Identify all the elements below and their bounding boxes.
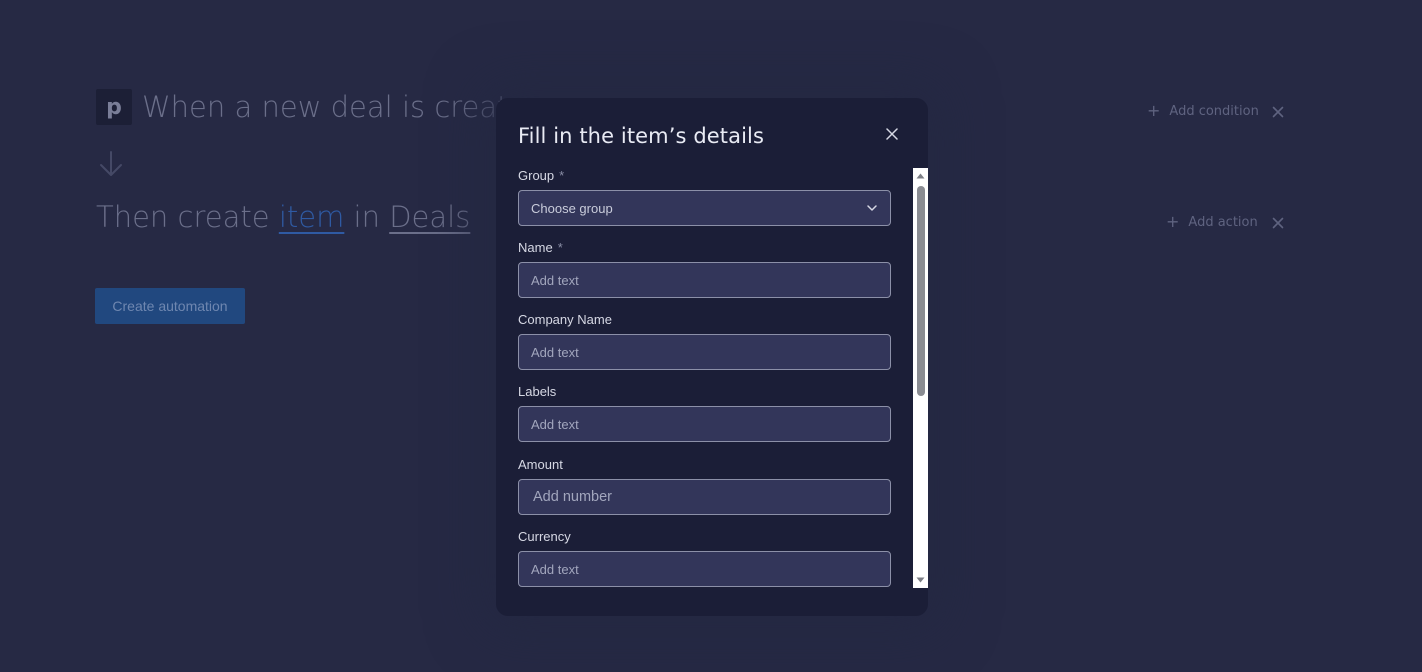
name-field: Name * xyxy=(518,240,891,298)
chevron-down-icon xyxy=(867,205,877,211)
company-name-field: Company Name xyxy=(518,312,891,370)
form-scrollbar[interactable] xyxy=(913,168,928,588)
currency-input[interactable] xyxy=(518,551,891,587)
labels-label: Labels xyxy=(518,384,557,399)
action-sentence: Then create item in Deals xyxy=(96,200,470,234)
company-name-label: Company Name xyxy=(518,312,612,327)
labels-input[interactable] xyxy=(518,406,891,442)
amount-field: Amount xyxy=(518,457,891,515)
trigger-row: p When a new deal is create xyxy=(96,89,526,125)
field-label: Currency xyxy=(518,529,891,545)
currency-label: Currency xyxy=(518,529,571,544)
plus-icon: + xyxy=(1147,101,1161,120)
item-link[interactable]: item xyxy=(279,200,345,234)
add-condition-label: Add condition xyxy=(1169,103,1259,119)
amount-label: Amount xyxy=(518,457,563,472)
currency-field: Currency xyxy=(518,529,891,587)
scroll-up-arrow-icon[interactable] xyxy=(913,170,928,182)
trigger-sentence: When a new deal is create xyxy=(142,90,527,124)
group-select[interactable]: Choose group xyxy=(518,190,891,226)
group-label: Group xyxy=(518,168,555,183)
action-prefix: Then create xyxy=(96,200,279,234)
amount-input[interactable] xyxy=(518,479,891,515)
action-row: Then create item in Deals xyxy=(96,200,470,234)
company-name-input[interactable] xyxy=(518,334,891,370)
required-mark: * xyxy=(557,240,563,255)
action-middle: in xyxy=(344,200,390,234)
modal-title: Fill in the item’s details xyxy=(518,124,764,148)
labels-field: Labels xyxy=(518,384,891,442)
required-mark: * xyxy=(559,168,565,183)
add-condition-button[interactable]: + Add condition xyxy=(1147,103,1259,119)
form-scroll-area: Group * Choose group Name * Company Name xyxy=(518,168,891,588)
create-automation-button[interactable]: Create automation xyxy=(95,288,245,324)
scroll-down-arrow-icon[interactable] xyxy=(913,574,928,586)
add-action-button[interactable]: + Add action xyxy=(1166,214,1258,230)
field-label: Group * xyxy=(518,168,891,184)
add-action-label: Add action xyxy=(1188,214,1258,230)
plus-icon: + xyxy=(1166,212,1180,231)
item-details-modal: Fill in the item’s details Group * Choos… xyxy=(496,98,928,616)
field-label: Name * xyxy=(518,240,891,256)
field-label: Amount xyxy=(518,457,891,473)
logo-glyph: p xyxy=(106,94,122,120)
arrow-down-icon xyxy=(100,151,122,176)
close-icon[interactable] xyxy=(886,128,898,140)
name-label: Name xyxy=(518,240,553,255)
group-field: Group * Choose group xyxy=(518,168,891,226)
field-label: Labels xyxy=(518,384,891,400)
group-select-value: Choose group xyxy=(531,200,613,216)
scrollbar-thumb[interactable] xyxy=(917,186,925,396)
close-icon[interactable] xyxy=(1272,217,1284,229)
deals-link[interactable]: Deals xyxy=(389,200,470,234)
pipedrive-logo-icon: p xyxy=(96,89,132,125)
field-label: Company Name xyxy=(518,312,891,328)
close-icon[interactable] xyxy=(1272,106,1284,118)
name-input[interactable] xyxy=(518,262,891,298)
